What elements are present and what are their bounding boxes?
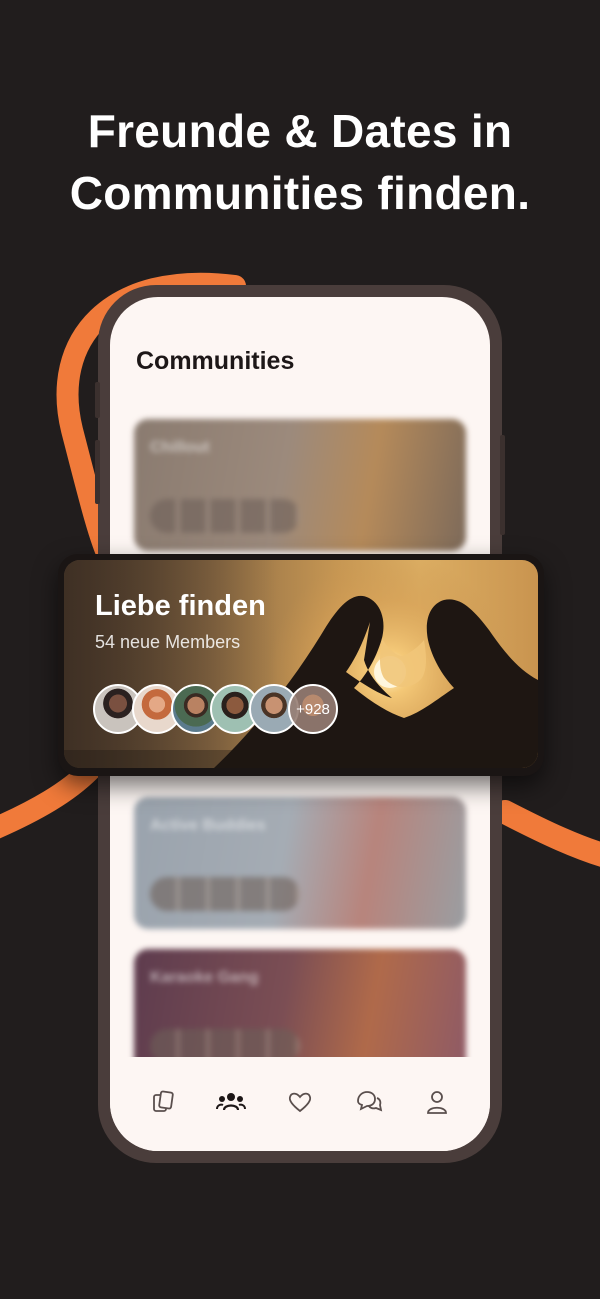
community-card-title: Chillout [150, 439, 210, 456]
community-icon [216, 1093, 246, 1111]
community-card-title: Karaoke Gang [150, 969, 259, 986]
screen-title: Communities [136, 347, 295, 375]
member-avatars[interactable]: +928 [93, 684, 353, 740]
phone-side-button [95, 382, 100, 418]
headline: Freunde & Dates in Communities finden. [0, 100, 600, 224]
profile-icon [427, 1091, 447, 1114]
headline-line-1: Freunde & Dates in [87, 105, 513, 157]
tab-likes[interactable] [283, 1085, 317, 1119]
tab-cards[interactable] [146, 1085, 180, 1119]
cards-icon [153, 1090, 174, 1112]
tab-chat[interactable] [352, 1085, 386, 1119]
tab-bar [110, 1077, 490, 1127]
phone-power-button [500, 435, 505, 535]
more-members-count: +928 [288, 684, 338, 734]
tab-communities[interactable] [214, 1085, 248, 1119]
featured-card-subtitle: 54 neue Members [95, 632, 241, 652]
phone-volume-up [95, 440, 100, 504]
member-avatars [150, 877, 300, 911]
heart-icon [288, 1092, 312, 1113]
featured-card-image: Liebe finden 54 neue Members +928 [64, 560, 538, 768]
member-avatars [150, 499, 300, 533]
community-card-title: Active Buddies [150, 817, 266, 834]
featured-community-card[interactable]: Liebe finden 54 neue Members +928 [58, 554, 544, 776]
community-card-active-buddies[interactable]: Active Buddies [134, 797, 466, 929]
headline-line-2: Communities finden. [69, 167, 531, 219]
community-card-chillout[interactable]: Chillout [134, 419, 466, 551]
chat-icon [357, 1091, 383, 1112]
tab-profile[interactable] [420, 1085, 454, 1119]
featured-card-title: Liebe finden [95, 590, 266, 622]
